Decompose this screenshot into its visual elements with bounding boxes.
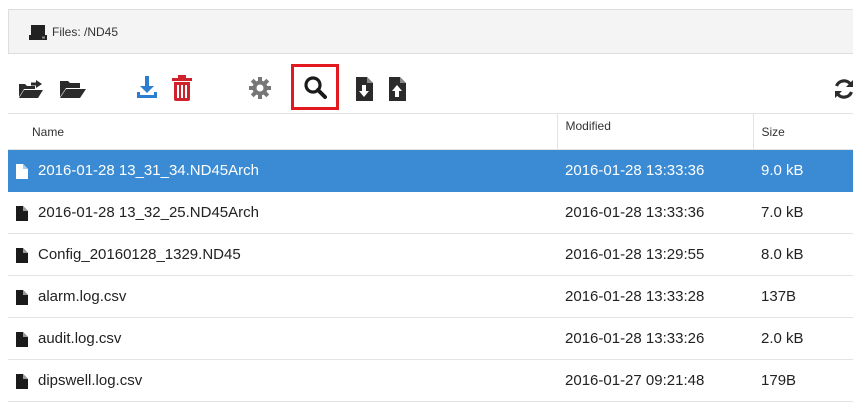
path-title: Files: /ND45 <box>52 24 119 39</box>
table-row[interactable]: 2016-01-28 13_32_25.ND45Arch 2016-01-28 1… <box>8 191 853 234</box>
file-icon-cell <box>8 233 32 276</box>
file-icon <box>15 163 28 179</box>
file-size: 137B <box>753 275 853 318</box>
path-header: Files: /ND45 <box>8 9 853 54</box>
file-name[interactable]: audit.log.csv <box>32 317 558 360</box>
file-export-icon <box>389 77 406 101</box>
column-header-name[interactable]: Name <box>8 113 558 150</box>
file-modified: 2016-01-28 13:33:28 <box>557 275 754 318</box>
file-import-icon <box>356 77 373 101</box>
file-size: 9.0 kB <box>753 149 853 192</box>
column-header-modified[interactable]: Modified <box>556 113 754 150</box>
download-button[interactable] <box>135 75 159 101</box>
file-modified: 2016-01-28 13:33:26 <box>557 317 754 360</box>
file-table: Name Modified Size 2016-01-28 13_31_34.N… <box>8 113 853 402</box>
file-modified: 2016-01-28 13:29:55 <box>557 233 754 276</box>
table-row[interactable]: audit.log.csv 2016-01-28 13:33:26 2.0 kB <box>8 317 853 360</box>
table-row[interactable]: Config_20160128_1329.ND45 2016-01-28 13:2… <box>8 233 853 276</box>
toolbar <box>8 58 853 118</box>
delete-button[interactable] <box>171 74 193 102</box>
file-icon-cell <box>8 191 32 234</box>
file-icon-cell <box>8 149 32 192</box>
file-size: 179B <box>753 359 853 402</box>
folder-open-icon <box>60 81 86 98</box>
column-header-size[interactable]: Size <box>752 113 853 150</box>
refresh-button[interactable] <box>833 77 853 101</box>
file-modified: 2016-01-28 13:33:36 <box>557 149 754 192</box>
gear-icon <box>249 77 271 99</box>
refresh-icon <box>835 79 853 99</box>
folder-open-arrow-icon <box>19 80 43 98</box>
file-icon <box>15 247 28 263</box>
table-row[interactable]: alarm.log.csv 2016-01-28 13:33:28 137B <box>8 275 853 318</box>
table-row[interactable]: 2016-01-28 13_31_34.ND45Arch 2016-01-28 1… <box>8 149 853 192</box>
file-modified: 2016-01-28 13:33:36 <box>557 191 754 234</box>
table-row[interactable]: dipswell.log.csv 2016-01-27 09:21:48 179B <box>8 359 853 402</box>
file-size: 7.0 kB <box>753 191 853 234</box>
file-size: 2.0 kB <box>753 317 853 360</box>
download-icon <box>137 76 157 98</box>
file-size: 8.0 kB <box>753 233 853 276</box>
settings-button[interactable] <box>248 76 272 100</box>
hard-drive-icon <box>29 24 47 40</box>
open-folder-up-button[interactable] <box>18 78 44 100</box>
search-icon <box>304 76 327 99</box>
file-icon-cell <box>8 317 32 360</box>
table-header-row: Name Modified Size <box>8 113 853 150</box>
file-icon <box>15 205 28 221</box>
file-name[interactable]: Config_20160128_1329.ND45 <box>32 233 558 276</box>
file-name[interactable]: 2016-01-28 13_32_25.ND45Arch <box>32 191 558 234</box>
file-icon-cell <box>8 359 32 402</box>
file-name[interactable]: alarm.log.csv <box>32 275 558 318</box>
file-name[interactable]: 2016-01-28 13_31_34.ND45Arch <box>32 149 558 192</box>
trash-icon <box>172 75 192 101</box>
file-modified: 2016-01-27 09:21:48 <box>557 359 754 402</box>
file-icon <box>15 331 28 347</box>
file-icon <box>15 373 28 389</box>
search-button[interactable] <box>291 64 339 110</box>
file-icon-cell <box>8 275 32 318</box>
file-name[interactable]: dipswell.log.csv <box>32 359 558 402</box>
export-file-button[interactable] <box>388 76 408 102</box>
file-icon <box>15 289 28 305</box>
open-folder-button[interactable] <box>58 78 88 100</box>
import-file-button[interactable] <box>355 76 375 102</box>
